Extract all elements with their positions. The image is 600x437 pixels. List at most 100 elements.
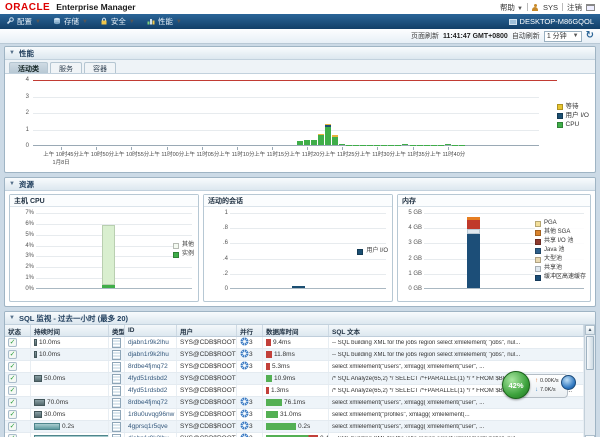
sql-id-link[interactable]: 8rdbe4fjmq72 [128,399,168,406]
db-time-cell: 9.4ms [263,337,329,348]
sql-table-header: 状态持续时间类型ID用户并行数据库时间SQL 文本 [5,325,584,337]
menu-item-configure[interactable]: 配置▼ [6,16,41,27]
bar-segment [102,285,115,288]
collapse-icon[interactable]: ▼ [9,315,15,321]
sql-table-row[interactable]: ✓50.0ms4fyd51rdsbd2SYS@CDB$ROOT10.9ms/* … [5,373,584,385]
sql-monitor-section-header[interactable]: ▼ SQL 监视 - 过去一小时 (最多 20) [5,312,595,325]
legend-label: 用户 I/O [366,247,388,256]
help-menu[interactable]: 帮助 ▼ [500,2,523,13]
menu-item-storage[interactable]: 存储▼ [53,16,88,27]
db-time-bar [266,387,269,394]
parallel-count: 3 [249,423,253,430]
sql-id-link[interactable]: 1r8u0uvqg96nw [128,411,174,418]
column-header[interactable]: 用户 [177,325,237,336]
memory-percent-ball[interactable]: 42% [502,371,530,399]
memory-bar [467,217,480,288]
menu-item-security[interactable]: 安全▼ [100,16,135,27]
x-axis-label: 上午 11时25分 [325,150,360,158]
duration-text: 10.0ms [39,339,60,346]
scroll-up-icon[interactable]: ▲ [585,325,595,335]
activity-legend: 等待用户 I/OCPU [557,102,589,129]
browser-ball-icon[interactable] [561,375,576,390]
duration-cell: 70.0ms [31,397,109,408]
user-name[interactable]: SYS [543,3,558,12]
logout-link[interactable]: 注销 [567,2,582,13]
refresh-icon[interactable]: ↻ [586,31,594,41]
sql-id-link[interactable]: djabn1r9k2lhu [128,351,169,358]
id-cell: 4gprsq1r5qve [125,421,177,432]
sql-id-link[interactable]: djabn1r9k2lhu [128,339,169,346]
sql-table-body: ✓10.0msdjabn1r9k2lhuSYS@CDB$ROOT 39.4ms-… [5,337,584,437]
status-cell: ✓ [5,337,31,348]
duration-bar [34,399,45,406]
column-header[interactable]: 持续时间 [31,325,109,336]
sql-table-row[interactable]: ✓8rdbe4fjmq72SYS@CDB$ROOT 35.3msselect x… [5,361,584,373]
y-axis-tick: 2 [5,110,29,116]
sql-id-link[interactable]: 8rdbe4fjmq72 [128,363,168,370]
auto-refresh-label: 自动刷新 [512,31,540,41]
legend-item: 等待 [557,102,589,111]
performance-section-header[interactable]: ▼ 性能 [5,47,595,60]
activity-bar [332,135,338,145]
refresh-interval-select[interactable]: 1 分钟 ▼ [544,31,582,42]
sql-text: select xmlelement("users", xmlagg( xmlel… [332,364,484,370]
duration-text: 30.0ms [44,411,65,418]
tab-activity[interactable]: 活动类 [9,62,48,73]
collapse-icon[interactable]: ▼ [9,50,15,56]
table-scrollbar[interactable]: ▲ ▼ [584,325,595,437]
sql-table-row[interactable]: ✓10.0msdjabn1r9k2lhuSYS@CDB$ROOT 311.8ms… [5,349,584,361]
column-header[interactable]: 类型 [109,325,125,336]
top-header: ORACLE Enterprise Manager 帮助 ▼ SYS 注销 [0,0,600,14]
id-cell: 1r8u0uvqg96nw [125,409,177,420]
column-header[interactable]: 并行 [237,325,263,336]
bar-segment [102,225,115,285]
chevron-down-icon: ▼ [517,6,523,12]
tab-containers[interactable]: 容器 [84,62,116,73]
section-title: 资源 [19,179,34,190]
sql-type-icon [112,434,121,437]
menu-item-performance[interactable]: 性能▼ [147,16,182,27]
user-icon [532,4,539,11]
bar-segment-cpu [304,140,310,145]
user-cell: SYS@CDB$ROOT [177,373,237,384]
tab-services[interactable]: 服务 [50,62,82,73]
db-time-bar [266,423,296,430]
speed-ball-overlay[interactable]: ↑0.00K/s ↓7.0K/s 42% [502,371,576,401]
user-cell: SYS@CDB$ROOT [177,397,237,408]
column-header[interactable]: 状态 [5,325,31,336]
x-axis-label: 上午 11时30分 [360,150,395,158]
sql-table-row[interactable]: ✓70.0ms8rdbe4fjmq72SYS@CDB$ROOT 376.1mss… [5,397,584,409]
y-axis-tick: 0% [12,286,34,292]
status-cell: ✓ [5,349,31,360]
duration-cell: 10.0ms [31,337,109,348]
legend-swatch [535,239,541,245]
sql-table-row[interactable]: ✓0.2s4gprsq1r5qveSYS@CDB$ROOT 30.2sselec… [5,421,584,433]
activity-bar [402,144,408,145]
scrollbar-thumb[interactable] [586,336,594,370]
duration-cell: 50.0ms [31,373,109,384]
column-header[interactable]: ID [125,325,177,336]
window-icon[interactable] [586,4,595,11]
parallel-cell: 3 [237,433,263,437]
db-time-cell: 1.3ms [263,385,329,396]
db-time-cell: 0.4s [263,433,329,437]
user-text: SYS@CDB$ROOT [180,411,236,418]
sql-table-row[interactable]: ✓4fyd51rdsbd2SYS@CDB$ROOT1.3ms/* SQL Ana… [5,385,584,397]
y-axis-tick: 5% [12,232,34,238]
column-header[interactable]: SQL 文本 [329,325,584,336]
sql-id-link[interactable]: 4fyd51rdsbd2 [128,375,167,382]
sql-table-row[interactable]: ✓10.0msdjabn1r9k2lhuSYS@CDB$ROOT 39.4ms-… [5,337,584,349]
collapse-icon[interactable]: ▼ [9,181,15,187]
legend-item: PGA [535,219,586,228]
parallel-count: 3 [249,351,253,358]
sql-id-link[interactable]: 4fyd51rdsbd2 [128,387,167,394]
y-axis-tick: 0 GB [400,286,422,292]
bar-segment-cpu [318,135,324,145]
status-cell: ✓ [5,409,31,420]
resources-section-header[interactable]: ▼ 资源 [5,178,595,191]
parallel-icon [240,397,249,408]
column-header[interactable]: 数据库时间 [263,325,329,336]
sql-table-row[interactable]: ✓30.0ms1r8u0uvqg96nwSYS@CDB$ROOT 331.0ms… [5,409,584,421]
sql-table-row[interactable]: ✓1.0sdjabn1r9k2lhuSYS@CDB$ROOT 30.4s-- S… [5,433,584,437]
sql-id-link[interactable]: 4gprsq1r5qve [128,423,168,430]
